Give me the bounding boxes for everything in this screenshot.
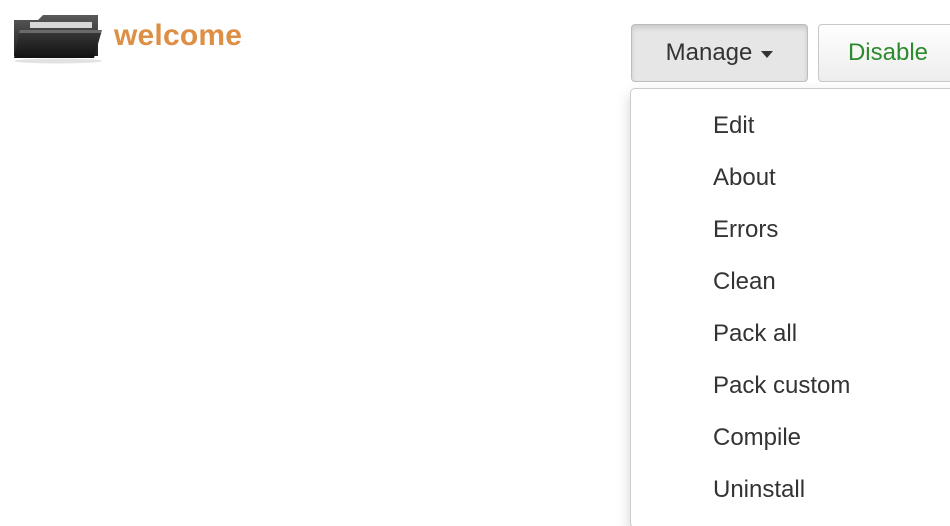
- menu-item-edit[interactable]: Edit: [671, 100, 950, 152]
- menu-item-pack-all[interactable]: Pack all: [671, 308, 950, 360]
- caret-down-icon: [761, 51, 774, 58]
- app-header: welcome: [10, 8, 242, 64]
- disable-button-label: Disable: [847, 39, 929, 66]
- menu-item-clean[interactable]: Clean: [671, 256, 950, 308]
- folder-icon: [14, 15, 102, 64]
- manage-button-label: Manage: [665, 39, 753, 66]
- menu-item-compile[interactable]: Compile: [671, 412, 950, 464]
- app-title: welcome: [114, 19, 243, 52]
- manage-dropdown-menu: Edit About Errors Clean Pack all Pack cu…: [630, 88, 950, 526]
- menu-item-about[interactable]: About: [671, 152, 950, 204]
- disable-button[interactable]: Disable: [818, 24, 950, 82]
- page: welcome Manage Disable Edit About Errors…: [0, 0, 950, 526]
- menu-item-pack-custom[interactable]: Pack custom: [671, 360, 950, 412]
- manage-dropdown-button[interactable]: Manage: [631, 24, 808, 82]
- menu-item-errors[interactable]: Errors: [671, 204, 950, 256]
- menu-item-uninstall[interactable]: Uninstall: [671, 464, 950, 516]
